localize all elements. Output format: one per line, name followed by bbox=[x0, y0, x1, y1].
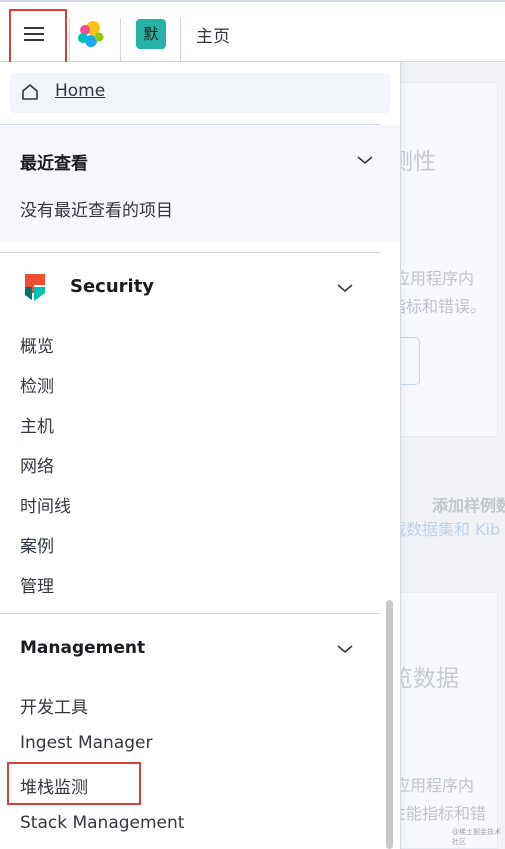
nav-item-detections[interactable]: 检测 bbox=[20, 372, 54, 397]
nav-item-network[interactable]: 网络 bbox=[20, 452, 54, 477]
divider bbox=[0, 252, 380, 253]
nav-item-timeline[interactable]: 时间线 bbox=[20, 492, 71, 517]
chevron-down-icon[interactable] bbox=[356, 155, 374, 165]
header-divider bbox=[180, 18, 181, 62]
nav-item-administration[interactable]: 管理 bbox=[20, 572, 54, 597]
divider bbox=[0, 613, 380, 614]
nav-item-overview[interactable]: 概览 bbox=[20, 332, 54, 357]
scrollbar[interactable] bbox=[386, 600, 393, 849]
management-section-header[interactable]: Management bbox=[20, 638, 145, 658]
chevron-down-icon[interactable] bbox=[336, 283, 354, 293]
security-section-header[interactable]: Security bbox=[70, 276, 154, 297]
nav-item-dev-tools[interactable]: 开发工具 bbox=[20, 693, 88, 718]
background-button bbox=[400, 337, 420, 385]
menu-toggle-button[interactable] bbox=[9, 9, 67, 64]
nav-item-ingest-manager[interactable]: Ingest Manager bbox=[20, 733, 152, 753]
nav-item-hosts[interactable]: 主机 bbox=[20, 412, 54, 437]
nav-item-stack-management[interactable]: Stack Management bbox=[20, 813, 184, 833]
space-avatar-button[interactable]: 默 bbox=[136, 19, 166, 49]
background-text: 指标和错误。 bbox=[400, 297, 487, 316]
nav-home-link[interactable]: Home bbox=[10, 73, 390, 113]
background-text: 的应用程序内 bbox=[400, 269, 475, 288]
security-app-icon bbox=[25, 274, 45, 301]
breadcrumb[interactable]: 主页 bbox=[196, 22, 230, 47]
top-header-bar: 默 主页 bbox=[0, 0, 505, 64]
watermark: @稀土掘金技术社区 bbox=[452, 828, 501, 846]
background-link: 载数据集和 Kib bbox=[400, 520, 501, 539]
recently-viewed-header[interactable]: 最近查看 bbox=[20, 149, 88, 174]
header-divider bbox=[120, 18, 121, 62]
home-icon bbox=[22, 84, 38, 100]
background-text: 的应用程序内 bbox=[400, 776, 475, 795]
background-title: 览数据 bbox=[400, 666, 459, 692]
background-page: 测性 的应用程序内 指标和错误。 添加样例数 载数据集和 Kib 览数据 的应用… bbox=[400, 62, 505, 849]
divider bbox=[0, 124, 380, 125]
side-nav-flyout: Home 最近查看 没有最近查看的项目 Security 概览 检测 主机 网络… bbox=[0, 62, 401, 849]
background-text: 性能指标和错 bbox=[400, 804, 487, 823]
background-title: 测性 bbox=[400, 149, 436, 175]
recently-viewed-empty-message: 没有最近查看的项目 bbox=[20, 201, 173, 221]
elastic-logo-icon[interactable] bbox=[75, 19, 105, 49]
highlight-box bbox=[7, 762, 141, 805]
recently-viewed-section bbox=[0, 125, 400, 242]
chevron-down-icon[interactable] bbox=[336, 644, 354, 654]
background-text: 添加样例数 bbox=[432, 496, 505, 515]
home-label: Home bbox=[55, 81, 106, 101]
header-divider bbox=[69, 18, 70, 62]
nav-item-cases[interactable]: 案例 bbox=[20, 532, 54, 557]
